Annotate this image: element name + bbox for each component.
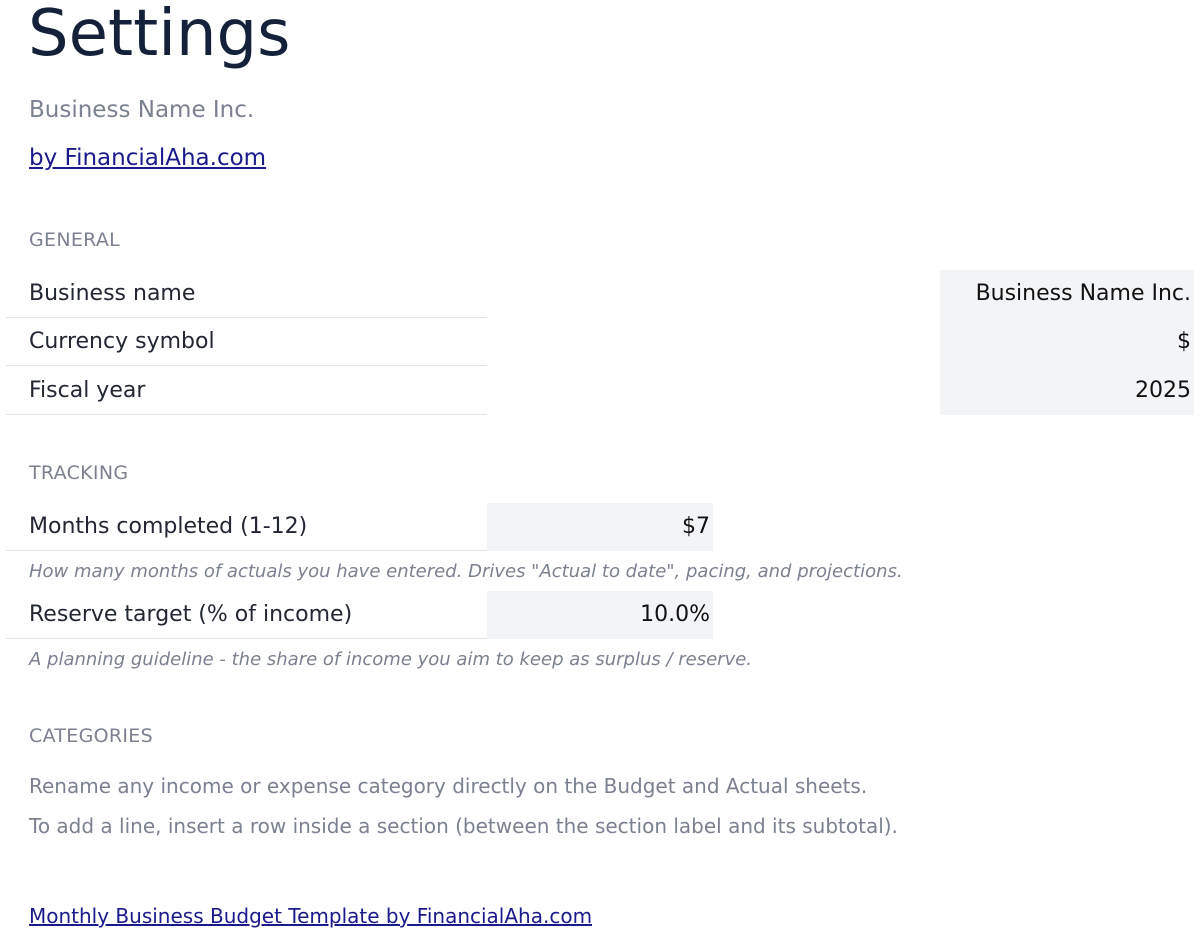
page-title: Settings [28,0,291,71]
section-heading-general: GENERAL [29,229,121,251]
label-text: Fiscal year [29,378,146,403]
categories-note-rename: Rename any income or expense category di… [29,774,868,798]
business-name-input[interactable]: Business Name Inc. [940,270,1194,318]
label-text: Currency symbol [29,329,215,354]
months-completed-help: How many months of actuals you have ente… [29,561,903,582]
months-completed-input[interactable]: $7 [487,503,713,551]
label-reserve-target: Reserve target (% of income) [6,591,487,639]
currency-symbol-input[interactable]: $ [940,318,1194,366]
section-heading-tracking: TRACKING [29,462,129,484]
footer-template-link[interactable]: Monthly Business Budget Template by Fina… [29,903,592,929]
label-months-completed: Months completed (1-12) [6,503,487,551]
categories-note-add-line: To add a line, insert a row inside a sec… [29,814,898,838]
financialaha-link[interactable]: by FinancialAha.com [29,143,266,173]
section-heading-categories: CATEGORIES [29,725,153,747]
label-text: Business name [29,281,196,306]
fiscal-year-input[interactable]: 2025 [940,367,1194,415]
reserve-target-input[interactable]: 10.0% [487,591,713,639]
settings-sheet: Settings Business Name Inc. by Financial… [0,0,1200,933]
label-business-name: Business name [6,270,487,318]
label-fiscal-year: Fiscal year [6,367,487,415]
label-text: Months completed (1-12) [29,514,308,539]
reserve-target-help: A planning guideline - the share of inco… [29,649,753,670]
label-currency-symbol: Currency symbol [6,318,487,366]
page-subtitle: Business Name Inc. [29,97,255,123]
label-text: Reserve target (% of income) [29,602,353,627]
